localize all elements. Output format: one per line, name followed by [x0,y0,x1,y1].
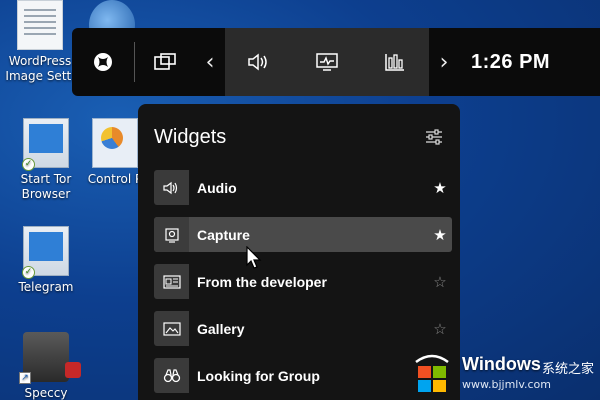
widgets-title: Widgets [154,125,227,148]
resources-icon [385,54,404,71]
document-icon [17,0,63,50]
watermark-url: www.bjjmlv.com [462,378,551,391]
pinned-widgets [225,28,429,96]
gallery-icon [154,311,189,346]
audio-button[interactable] [225,28,293,96]
favorite-star-icon[interactable]: ★ [428,226,452,244]
chevron-right-icon[interactable]: › [429,28,459,96]
game-bar: ‹ › 1:26 PM [72,28,600,96]
xbox-icon [94,53,112,71]
clock: 1:26 PM [471,50,551,73]
desktop-icon-label: Start Tor [20,172,72,186]
windows-logo-icon [415,354,449,392]
widget-item-label: Gallery [197,320,245,337]
tor-browser-icon: ✓ [22,118,69,171]
watermark-brand: Windows [462,354,541,374]
chevron-left-icon[interactable]: ‹ [195,28,225,96]
favorite-star-icon[interactable]: ★ [428,179,452,197]
widget-item-label: Looking for Group [197,367,320,384]
favorite-star-outline-icon[interactable]: ☆ [428,273,452,291]
widgets-header: Widgets [154,122,444,152]
widget-item-label: Capture [197,226,250,243]
news-icon [154,264,189,299]
widget-item-gallery[interactable]: Gallery ☆ [154,311,452,346]
shortcut-arrow-icon: ↗ [19,372,31,384]
sync-check-icon: ✓ [22,158,35,171]
widget-item-audio[interactable]: Audio ★ [154,170,452,205]
widget-item-from-the-developer[interactable]: From the developer ☆ [154,264,452,299]
capture-widget-icon [154,53,176,70]
performance-button[interactable] [293,28,361,96]
desktop-icon-tor-browser[interactable]: ✓ Start Tor Browser [2,118,90,202]
widget-item-label: From the developer [197,273,327,290]
favorite-star-outline-icon[interactable]: ☆ [428,320,452,338]
resources-button[interactable] [361,28,429,96]
binoculars-icon [154,358,189,393]
desktop-icon-label: Telegram [18,280,74,294]
widget-item-label: Audio [197,179,237,196]
widget-settings-button[interactable] [424,127,444,147]
watermark: Windows 系统之家 www.bjjmlv.com [408,350,600,400]
desktop-icon-speccy[interactable]: ↗ Speccy [2,332,90,400]
telegram-icon: ✓ [22,226,69,279]
desktop-icon-label: Browser [21,187,71,201]
watermark-brand-cn: 系统之家 [542,362,595,377]
desktop-icon-telegram[interactable]: ✓ Telegram [2,226,90,295]
control-panel-icon [92,118,138,168]
audio-icon [248,53,267,71]
settings-sliders-icon [426,129,442,145]
speccy-icon: ↗ [19,332,81,384]
sync-check-icon: ✓ [22,266,35,279]
widget-menu-button[interactable] [135,28,195,96]
mouse-pointer-icon [246,246,262,269]
camera-icon [154,217,189,252]
performance-icon [316,53,338,71]
desktop-icon-label: Speccy [24,386,68,400]
xbox-button[interactable] [72,28,134,96]
speaker-icon [154,170,189,205]
widget-item-capture[interactable]: Capture ★ [154,217,452,252]
